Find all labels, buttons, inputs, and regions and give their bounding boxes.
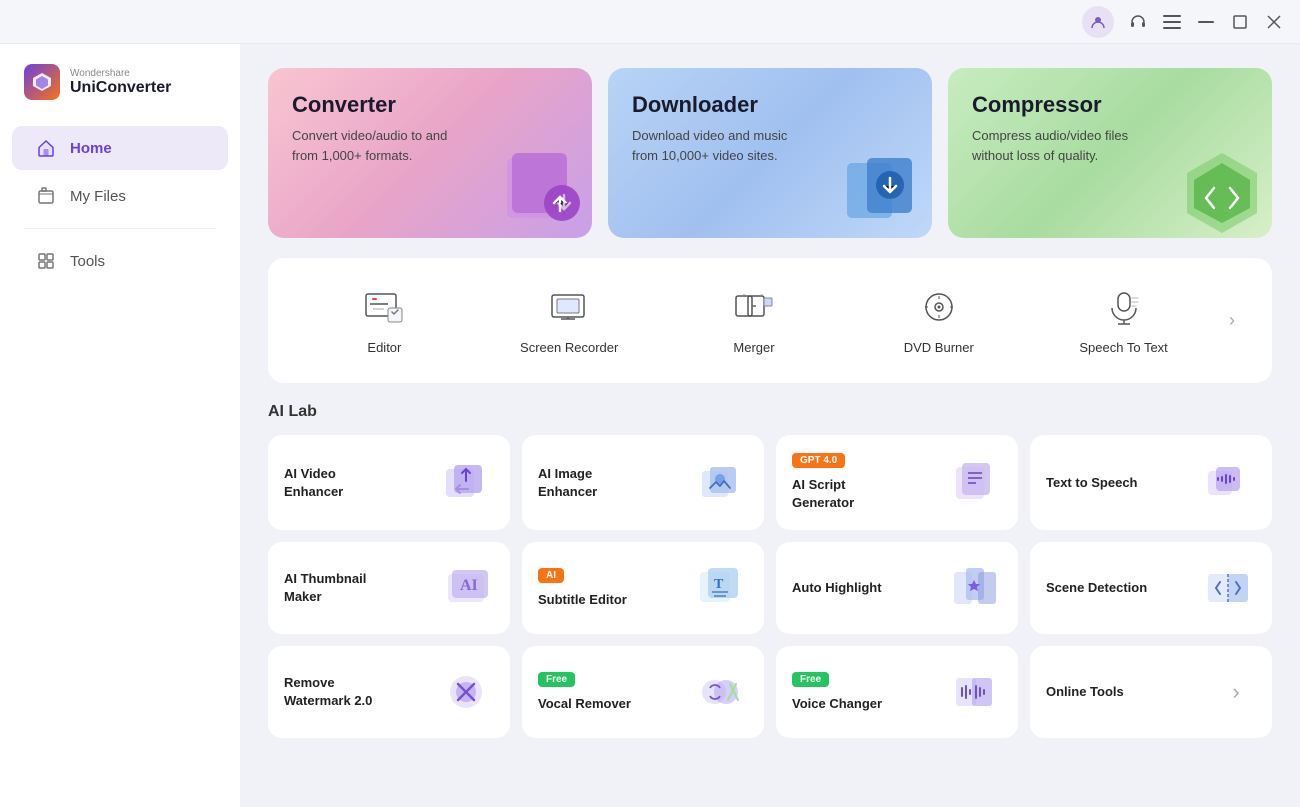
screen-recorder-icon <box>547 286 591 330</box>
nav-my-files-label: My Files <box>70 188 126 205</box>
ai-card-image-enhancer[interactable]: AI ImageEnhancer <box>522 435 764 530</box>
compressor-title: Compressor <box>972 92 1248 118</box>
merger-icon <box>732 286 776 330</box>
text-to-speech-label: Text to Speech <box>1046 474 1138 492</box>
speech-to-text-label: Speech To Text <box>1079 340 1167 355</box>
ai-card-script-generator[interactable]: GPT 4.0 AI ScriptGenerator <box>776 435 1018 530</box>
ai-card-remove-watermark[interactable]: RemoveWatermark 2.0 <box>268 646 510 738</box>
ai-script-generator-label: AI ScriptGenerator <box>792 476 854 512</box>
profile-button[interactable] <box>1082 6 1114 38</box>
menu-icon[interactable] <box>1162 12 1182 32</box>
ai-card-video-enhancer[interactable]: AI VideoEnhancer <box>268 435 510 530</box>
editor-icon <box>362 286 406 330</box>
tool-editor[interactable]: Editor <box>292 278 477 363</box>
auto-highlight-icon <box>946 560 1002 616</box>
ai-video-enhancer-label: AI VideoEnhancer <box>284 465 343 501</box>
free-badge-vocal: Free <box>538 672 575 687</box>
online-tools-arrow-icon: › <box>1216 679 1256 705</box>
remove-watermark-icon <box>438 664 494 720</box>
minimize-button[interactable] <box>1196 12 1216 32</box>
vocal-remover-label: Vocal Remover <box>538 695 631 713</box>
sidebar-divider <box>24 228 216 229</box>
files-icon <box>36 186 58 206</box>
svg-text:AI: AI <box>460 577 478 594</box>
logo-text: Wondershare UniConverter <box>70 68 171 97</box>
ai-card-online-tools[interactable]: Online Tools › <box>1030 646 1272 738</box>
ai-image-enhancer-label: AI ImageEnhancer <box>538 465 597 501</box>
ai-lab-title: AI Lab <box>268 403 1272 421</box>
tools-row: Editor Screen Recorder <box>268 258 1272 383</box>
tool-speech-to-text[interactable]: Speech To Text <box>1031 278 1216 363</box>
close-button[interactable] <box>1264 12 1284 32</box>
free-badge-voice: Free <box>792 672 829 687</box>
ai-card-thumbnail-maker[interactable]: AI ThumbnailMaker AI <box>268 542 510 634</box>
svg-text:T: T <box>714 577 724 592</box>
tool-screen-recorder[interactable]: Screen Recorder <box>477 278 662 363</box>
ai-card-subtitle-editor[interactable]: AI Subtitle Editor T <box>522 542 764 634</box>
compressor-desc: Compress audio/video files without loss … <box>972 126 1132 165</box>
ai-card-voice-changer[interactable]: Free Voice Changer <box>776 646 1018 738</box>
ai-thumbnail-maker-icon: AI <box>438 560 494 616</box>
brand-name: Wondershare <box>70 68 171 79</box>
ai-card-vocal-remover[interactable]: Free Vocal Remover <box>522 646 764 738</box>
scene-detection-label: Scene Detection <box>1046 579 1147 597</box>
app-name: UniConverter <box>70 79 171 97</box>
auto-highlight-label: Auto Highlight <box>792 579 882 597</box>
home-icon <box>36 138 58 158</box>
screen-recorder-label: Screen Recorder <box>520 340 618 355</box>
nav-tools-label: Tools <box>70 253 105 270</box>
titlebar <box>0 0 1300 44</box>
editor-label: Editor <box>367 340 401 355</box>
voice-changer-label: Voice Changer <box>792 695 882 713</box>
remove-watermark-label: RemoveWatermark 2.0 <box>284 674 372 710</box>
gpt-badge: GPT 4.0 <box>792 453 845 468</box>
headset-icon[interactable] <box>1128 12 1148 32</box>
ai-lab-grid: AI VideoEnhancer AI ImageEnhan <box>268 435 1272 738</box>
subtitle-editor-icon: T <box>692 560 748 616</box>
dvd-burner-icon <box>917 286 961 330</box>
logo-area: Wondershare UniConverter <box>0 64 240 124</box>
scene-detection-icon <box>1200 560 1256 616</box>
sidebar: Wondershare UniConverter Home My <box>0 44 240 807</box>
text-to-speech-icon <box>1200 455 1256 511</box>
maximize-button[interactable] <box>1230 12 1250 32</box>
converter-desc: Convert video/audio to and from 1,000+ f… <box>292 126 452 165</box>
ai-badge: AI <box>538 568 564 583</box>
hero-card-converter[interactable]: Converter Convert video/audio to and fro… <box>268 68 592 238</box>
ai-card-auto-highlight[interactable]: Auto Highlight <box>776 542 1018 634</box>
nav-home[interactable]: Home <box>12 126 228 170</box>
ai-thumbnail-maker-label: AI ThumbnailMaker <box>284 570 366 606</box>
tool-dvd-burner[interactable]: DVD Burner <box>846 278 1031 363</box>
tools-icon <box>36 251 58 271</box>
merger-label: Merger <box>733 340 774 355</box>
downloader-desc: Download video and music from 10,000+ vi… <box>632 126 792 165</box>
hero-card-compressor[interactable]: Compressor Compress audio/video files wi… <box>948 68 1272 238</box>
online-tools-label: Online Tools <box>1046 683 1124 701</box>
ai-video-enhancer-icon <box>438 455 494 511</box>
subtitle-editor-label: Subtitle Editor <box>538 591 627 609</box>
compressor-icon <box>1172 148 1262 238</box>
converter-icon <box>492 148 582 238</box>
vocal-remover-icon <box>692 664 748 720</box>
hero-cards: Converter Convert video/audio to and fro… <box>268 68 1272 238</box>
ai-card-text-to-speech[interactable]: Text to Speech <box>1030 435 1272 530</box>
nav-my-files[interactable]: My Files <box>12 174 228 218</box>
voice-changer-icon <box>946 664 1002 720</box>
tool-merger[interactable]: Merger <box>662 278 847 363</box>
converter-title: Converter <box>292 92 568 118</box>
main-content: Converter Convert video/audio to and fro… <box>240 44 1300 807</box>
ai-lab-section: AI Lab AI VideoEnhancer <box>268 403 1272 738</box>
nav-home-label: Home <box>70 140 112 157</box>
ai-script-generator-icon <box>946 455 1002 511</box>
dvd-burner-label: DVD Burner <box>904 340 974 355</box>
ai-card-scene-detection[interactable]: Scene Detection <box>1030 542 1272 634</box>
hero-card-downloader[interactable]: Downloader Download video and music from… <box>608 68 932 238</box>
tools-more-arrow[interactable]: › <box>1216 305 1248 337</box>
speech-to-text-icon <box>1102 286 1146 330</box>
ai-image-enhancer-icon <box>692 455 748 511</box>
downloader-title: Downloader <box>632 92 908 118</box>
app-logo <box>24 64 60 100</box>
nav-tools[interactable]: Tools <box>12 239 228 283</box>
downloader-icon <box>832 148 922 238</box>
